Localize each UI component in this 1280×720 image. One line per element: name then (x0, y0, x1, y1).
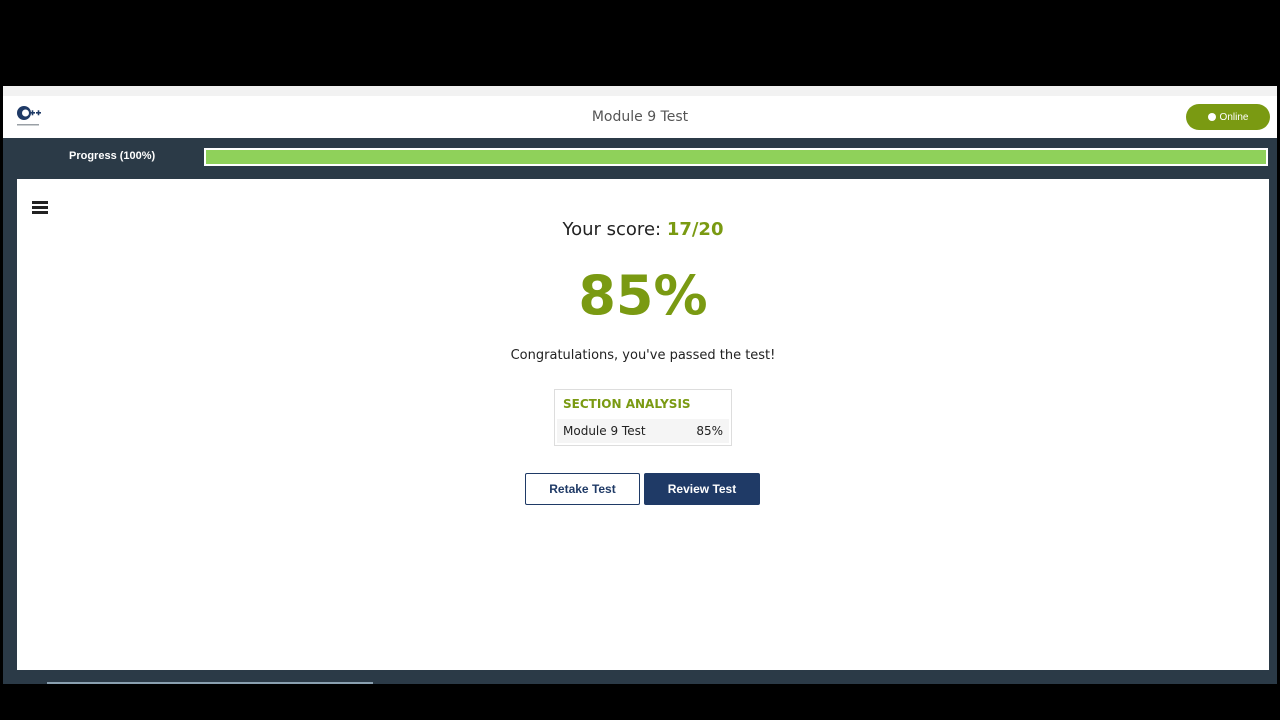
section-analysis-row: Module 9 Test 85% (557, 419, 729, 443)
progress-row: Progress (100%) (3, 138, 1277, 178)
page-title: Module 9 Test (591, 109, 689, 125)
score-percent: 85% (578, 264, 708, 327)
section-row-value: 85% (696, 424, 723, 438)
top-bar: Module 9 Test Online (3, 86, 1277, 138)
score-prefix: Your score: (562, 219, 662, 240)
app-frame: Module 9 Test Online Progress (100%) You… (3, 86, 1277, 684)
section-analysis: SECTION ANALYSIS Module 9 Test 85% (554, 389, 732, 446)
progress-bar-fill (206, 150, 1266, 164)
results-panel: Your score: 17/20 85% Congratulations, y… (17, 179, 1269, 670)
score-value: 17/20 (666, 219, 724, 240)
progress-label: Progress (100%) (69, 150, 156, 162)
score-line: Your score: 17/20 (17, 219, 1269, 240)
online-status-badge[interactable]: Online (1186, 104, 1270, 130)
online-status-label: Online (1219, 111, 1249, 123)
status-dot-icon (1207, 113, 1216, 121)
result-message: Congratulations, you've passed the test! (510, 348, 776, 363)
review-test-button[interactable]: Review Test (644, 473, 760, 505)
section-analysis-title: SECTION ANALYSIS (563, 397, 691, 411)
bottom-scroll-indicator (47, 682, 373, 684)
retake-test-button[interactable]: Retake Test (525, 473, 640, 505)
progress-bar (204, 148, 1268, 166)
hamburger-menu-icon[interactable] (32, 201, 48, 215)
section-row-name: Module 9 Test (563, 424, 646, 438)
